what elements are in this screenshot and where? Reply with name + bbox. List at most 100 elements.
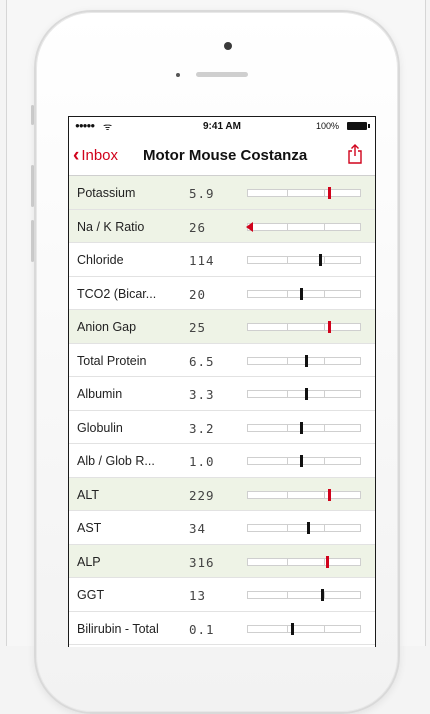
value-marker <box>291 622 294 635</box>
range-divider <box>324 222 325 231</box>
lab-name: Potassium <box>77 186 136 200</box>
list-item[interactable]: Chloride 114 <box>69 243 375 277</box>
value-marker <box>300 287 303 300</box>
lab-name: Albumin <box>77 387 123 401</box>
range-divider <box>287 390 288 398</box>
range-bar <box>247 455 361 467</box>
lab-value: 1.0 <box>189 454 215 469</box>
range-bar <box>247 354 361 367</box>
range-bar <box>247 321 361 333</box>
list-item[interactable]: GGT 13 <box>69 578 375 612</box>
list-item[interactable]: TCO2 (Bicar... 20 <box>69 277 375 310</box>
range-divider <box>287 256 288 264</box>
range-divider <box>287 557 288 566</box>
list-item[interactable]: ALP 316 <box>69 544 375 578</box>
battery-percent: 100% <box>315 121 339 131</box>
range-divider <box>324 189 325 197</box>
list-item[interactable]: Globulin 3.2 <box>69 411 375 444</box>
lab-name: Bilirubin - Total <box>77 621 159 636</box>
lab-name: Total Protein <box>77 353 147 368</box>
range-divider <box>324 390 325 398</box>
lab-value: 229 <box>189 487 215 503</box>
range-bar <box>247 287 361 300</box>
value-marker <box>300 421 303 434</box>
range-divider <box>324 624 325 633</box>
proximity-sensor <box>176 73 180 77</box>
earpiece-speaker <box>196 72 248 77</box>
range-divider <box>324 524 325 532</box>
chevron-left-icon: ‹ <box>73 145 80 166</box>
lab-name: Globulin <box>77 420 123 435</box>
lab-value: 6.5 <box>189 353 215 369</box>
lab-value: 316 <box>189 554 215 570</box>
list-item[interactable]: Alb / Glob R... 1.0 <box>69 444 375 478</box>
list-item[interactable]: Anion Gap 25 <box>69 310 375 344</box>
high-value-marker <box>328 321 331 333</box>
lab-name: GGT <box>77 588 105 602</box>
range-divider <box>287 457 288 465</box>
range-divider <box>324 457 325 465</box>
lab-name: ALT <box>77 487 99 502</box>
range-divider <box>287 591 288 599</box>
lab-value: 13 <box>189 588 207 603</box>
lab-value: 25 <box>189 320 207 335</box>
phone-screen: ●●●●● ᯤ 9:41 AM 100% ‹ Inbox Motor Mouse … <box>68 116 376 647</box>
battery-icon <box>347 122 370 130</box>
range-divider <box>287 624 288 633</box>
value-marker <box>305 354 308 367</box>
range-divider <box>324 289 325 298</box>
range-bar <box>247 421 361 434</box>
range-bar <box>247 254 361 266</box>
range-divider <box>324 323 325 331</box>
lab-value: 26 <box>189 219 207 235</box>
lab-name: TCO2 (Bicar... <box>77 286 157 301</box>
lab-value: 34 <box>189 521 207 536</box>
range-divider <box>287 356 288 365</box>
list-item[interactable]: AST 34 <box>69 511 375 545</box>
list-item[interactable]: Potassium 5.9 <box>69 176 375 210</box>
list-item[interactable]: Total Protein 6.5 <box>69 344 375 377</box>
low-indicator-icon <box>246 221 253 232</box>
range-bar <box>247 622 361 635</box>
range-bar <box>247 388 361 400</box>
range-divider <box>324 557 325 566</box>
list-item[interactable]: Na / K Ratio 26 <box>69 209 375 243</box>
high-value-marker <box>328 488 331 501</box>
lab-value: 5.9 <box>189 186 215 201</box>
range-bar <box>246 221 361 232</box>
range-divider <box>287 323 288 331</box>
high-value-marker <box>328 187 331 199</box>
lab-name: Anion Gap <box>77 320 137 334</box>
lab-value: 20 <box>189 286 207 302</box>
range-divider <box>287 222 288 231</box>
lab-name: Na / K Ratio <box>77 219 145 234</box>
lab-name: Chloride <box>77 253 124 267</box>
lab-name: Alb / Glob R... <box>77 454 155 468</box>
list-item[interactable]: Bilirubin - Total 0.1 <box>69 612 375 645</box>
range-divider <box>287 423 288 432</box>
range-bar <box>247 522 361 534</box>
range-divider <box>287 189 288 197</box>
high-value-marker <box>326 555 329 568</box>
range-divider <box>324 490 325 499</box>
range-bar <box>247 555 361 568</box>
range-divider <box>287 524 288 532</box>
list-item[interactable]: ALT 229 <box>69 477 375 511</box>
lab-name: ALP <box>77 554 101 569</box>
range-divider <box>324 356 325 365</box>
value-marker <box>305 388 308 400</box>
share-icon[interactable] <box>347 144 363 164</box>
back-button[interactable]: ‹ Inbox <box>73 145 118 167</box>
range-bar <box>247 589 361 601</box>
range-divider <box>287 490 288 499</box>
navigation-bar: ‹ Inbox Motor Mouse Costanza <box>69 135 375 176</box>
lab-value: 3.2 <box>189 420 215 436</box>
lab-value: 3.3 <box>189 387 215 402</box>
list-item[interactable]: Albumin 3.3 <box>69 377 375 411</box>
lab-name: AST <box>77 521 102 535</box>
value-marker <box>321 589 324 601</box>
range-bar <box>247 187 361 199</box>
lab-value: 114 <box>189 253 215 268</box>
value-marker <box>307 522 310 534</box>
status-bar: ●●●●● ᯤ 9:41 AM 100% <box>69 117 375 135</box>
